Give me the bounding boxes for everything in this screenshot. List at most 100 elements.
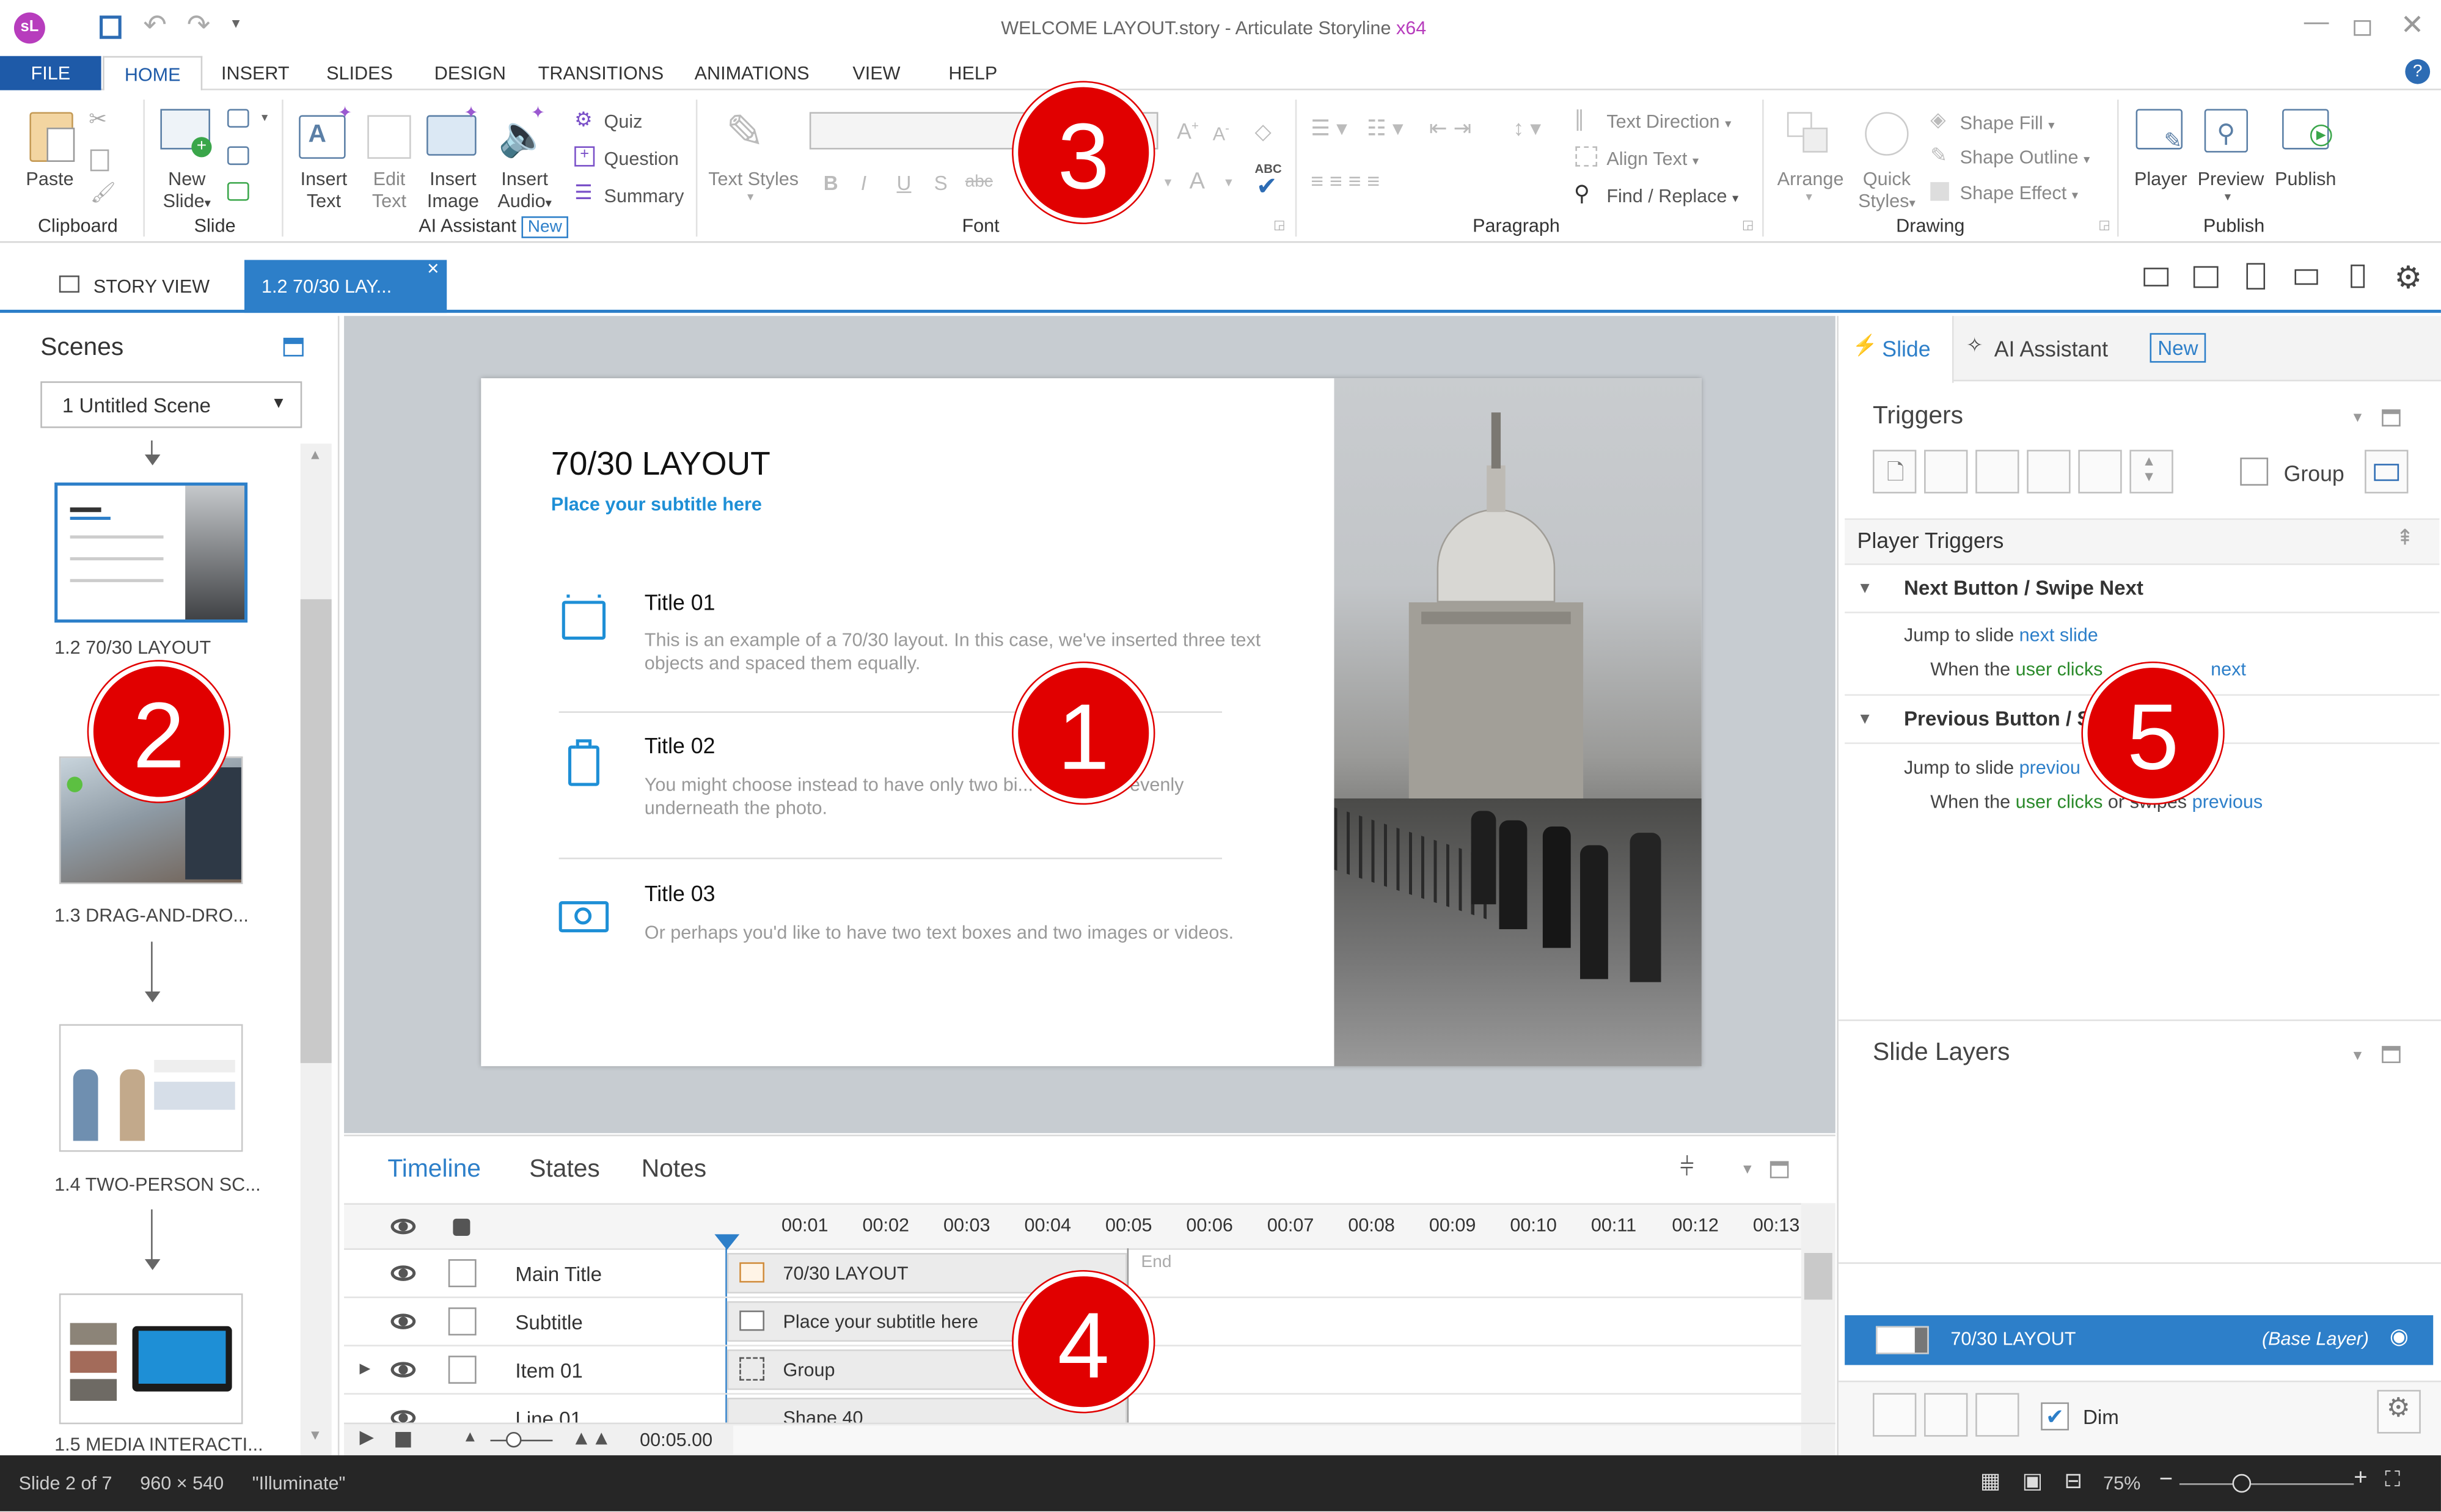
tab-timeline[interactable]: Timeline xyxy=(387,1156,481,1185)
slide-thumbnail[interactable] xyxy=(54,482,248,623)
font-name-field[interactable] xyxy=(809,112,1028,150)
lock-all-icon[interactable] xyxy=(453,1218,470,1236)
preview-mode-icon[interactable]: ⊟ xyxy=(2064,1468,2082,1494)
reset-slide-icon[interactable] xyxy=(227,146,249,166)
scene-dropdown[interactable]: 1 Untitled Scene ▼ xyxy=(40,381,302,428)
insert-audio-button[interactable]: Insert Audio▾ xyxy=(486,168,563,214)
zoom-out-button[interactable]: − xyxy=(2159,1466,2173,1492)
close-button[interactable]: ✕ xyxy=(2401,9,2424,42)
slide-label[interactable]: 1.4 TWO-PERSON SC... xyxy=(54,1174,261,1196)
desktop-view-icon[interactable] xyxy=(2143,268,2169,287)
collapse-icon[interactable]: ▼ xyxy=(2351,1048,2365,1063)
question-button[interactable]: Question xyxy=(604,148,679,170)
text-direction-button[interactable]: Text Direction ▾ xyxy=(1606,111,1731,136)
align-left-icon[interactable]: ≡ ≡ ≡ ≡ xyxy=(1311,168,1380,193)
tablet-portrait-icon[interactable] xyxy=(2246,263,2266,290)
phone-landscape-icon[interactable] xyxy=(2294,269,2318,285)
item-title[interactable]: Title 03 xyxy=(645,881,715,906)
item-title[interactable]: Title 02 xyxy=(645,733,715,758)
new-slide-button[interactable]: New Slide▾ xyxy=(150,168,224,214)
save-icon[interactable] xyxy=(100,15,122,39)
zoom-level[interactable]: 75% xyxy=(2103,1472,2140,1494)
trigger-group-header[interactable]: Previous Button / S xyxy=(1904,707,2090,730)
tab-slides[interactable]: SLIDES xyxy=(316,56,403,90)
zoom-in-icon[interactable]: ▲▲ xyxy=(571,1426,612,1449)
paste-button[interactable]: Paste xyxy=(15,168,84,190)
tab-ai-assistant[interactable]: ✧ AI Assistant New xyxy=(1960,316,2209,381)
layout-icon[interactable] xyxy=(227,109,249,128)
pop-out-icon[interactable] xyxy=(283,337,304,357)
group-checkbox[interactable] xyxy=(2240,458,2269,486)
tab-notes[interactable]: Notes xyxy=(642,1156,706,1185)
collapse-all-icon[interactable]: ⇞ xyxy=(2396,525,2414,551)
item-body[interactable]: Or perhaps you'd like to have two text b… xyxy=(645,921,1236,944)
collapse-icon[interactable]: ▼ xyxy=(1740,1161,1754,1177)
slide-thumbnail[interactable] xyxy=(59,1024,243,1152)
insert-image-button[interactable]: Insert Image xyxy=(417,168,489,211)
trigger-condition[interactable]: When the user clicks or swipes previous xyxy=(1930,791,2263,813)
horizontal-scrollbar[interactable] xyxy=(733,1425,1801,1454)
indent-icon[interactable]: ⇤ ⇥ xyxy=(1429,115,1472,142)
slide-label[interactable]: 1.5 MEDIA INTERACTI... xyxy=(54,1434,263,1456)
tab-home[interactable]: HOME xyxy=(103,56,203,92)
scroll-thumb[interactable] xyxy=(300,599,332,1064)
new-layer-button[interactable] xyxy=(1873,1393,1917,1437)
text-styles-button[interactable]: Text Styles xyxy=(704,168,803,190)
shrink-font-icon[interactable]: A- xyxy=(1213,122,1229,145)
slide-label[interactable]: 1.2 70/30 LAYOUT xyxy=(54,637,211,659)
format-painter-icon[interactable]: 🖌 xyxy=(90,181,116,206)
item-body[interactable]: You might choose instead to have only tw… xyxy=(645,773,1236,820)
bold-icon[interactable]: B xyxy=(824,171,838,194)
duplicate-layer-button[interactable] xyxy=(1924,1393,1968,1437)
numbering-icon[interactable]: ☷ ▾ xyxy=(1367,115,1403,142)
align-text-button[interactable]: Align Text ▾ xyxy=(1606,148,1699,173)
publish-button[interactable]: Publish xyxy=(2270,168,2341,190)
item-body[interactable]: This is an example of a 70/30 layout. In… xyxy=(645,629,1267,675)
copy-trigger-button[interactable] xyxy=(1975,450,2019,494)
customize-toolbar-icon[interactable]: ▾ xyxy=(232,15,240,32)
base-layer-row[interactable]: 70/30 LAYOUT (Base Layer) ◉ xyxy=(1845,1315,2434,1365)
insert-text-button[interactable]: Insert Text xyxy=(290,168,358,211)
shape-outline-button[interactable]: Shape Outline ▾ xyxy=(1960,146,2090,171)
tab-design[interactable]: DESIGN xyxy=(426,56,514,90)
trigger-condition[interactable]: When the user clicks next xyxy=(1930,659,2246,681)
zoom-slider-thumb[interactable] xyxy=(2232,1474,2252,1493)
tab-insert[interactable]: INSERT xyxy=(212,56,299,90)
minimize-button[interactable]: — xyxy=(2304,9,2329,37)
stop-icon[interactable] xyxy=(395,1431,411,1448)
redo-icon[interactable]: ↷ xyxy=(187,9,210,42)
slide-title[interactable]: 70/30 LAYOUT xyxy=(551,447,770,484)
scroll-up-icon[interactable]: ▲ xyxy=(308,447,322,462)
delete-trigger-button[interactable] xyxy=(2078,450,2122,494)
trigger-group-header[interactable]: Next Button / Swipe Next xyxy=(1904,576,2143,599)
zoom-out-icon[interactable]: ▲ xyxy=(463,1429,478,1446)
arrange-button[interactable]: Arrange xyxy=(1768,168,1853,190)
expand-icon[interactable]: ▶ xyxy=(360,1360,371,1378)
expand-toggle-icon[interactable]: ▼ xyxy=(1857,580,1873,597)
clear-format-icon[interactable]: ◇ xyxy=(1255,119,1272,145)
tab-slide[interactable]: ⚡ Slide xyxy=(1838,316,1954,383)
shape-effect-button[interactable]: Shape Effect ▾ xyxy=(1960,182,2078,207)
italic-icon[interactable]: I xyxy=(861,171,866,194)
lock-checkbox[interactable] xyxy=(448,1259,477,1288)
trigger-action[interactable]: Jump to slide next slide xyxy=(1904,624,2098,646)
maximize-button[interactable] xyxy=(2354,20,2371,36)
strikethrough-icon[interactable]: abc xyxy=(965,173,993,192)
align-icon[interactable]: ⫩ xyxy=(1680,1155,1694,1183)
font-color-arrow-icon[interactable]: ▾ xyxy=(1165,174,1172,191)
edit-trigger-button[interactable] xyxy=(1924,450,1968,494)
dim-checkbox[interactable]: ✔ xyxy=(2041,1402,2070,1431)
slide-thumbnail[interactable] xyxy=(59,1293,243,1425)
timeline-scroll-thumb[interactable] xyxy=(1804,1252,1832,1300)
zoom-in-button[interactable]: + xyxy=(2354,1464,2367,1491)
phone-portrait-icon[interactable] xyxy=(2351,265,2365,288)
cathedral-photo[interactable] xyxy=(1334,378,1702,1067)
pop-out-icon[interactable] xyxy=(1769,1161,1789,1178)
preview-button[interactable]: Preview xyxy=(2195,168,2266,190)
playhead[interactable] xyxy=(714,1234,740,1250)
slide-view-icon[interactable]: ▣ xyxy=(2022,1468,2043,1494)
settings-icon[interactable]: ⚙ xyxy=(2395,258,2423,298)
shadow-icon[interactable]: S xyxy=(934,171,948,194)
underline-icon[interactable]: U xyxy=(897,171,912,194)
eye-icon[interactable] xyxy=(390,1410,416,1423)
